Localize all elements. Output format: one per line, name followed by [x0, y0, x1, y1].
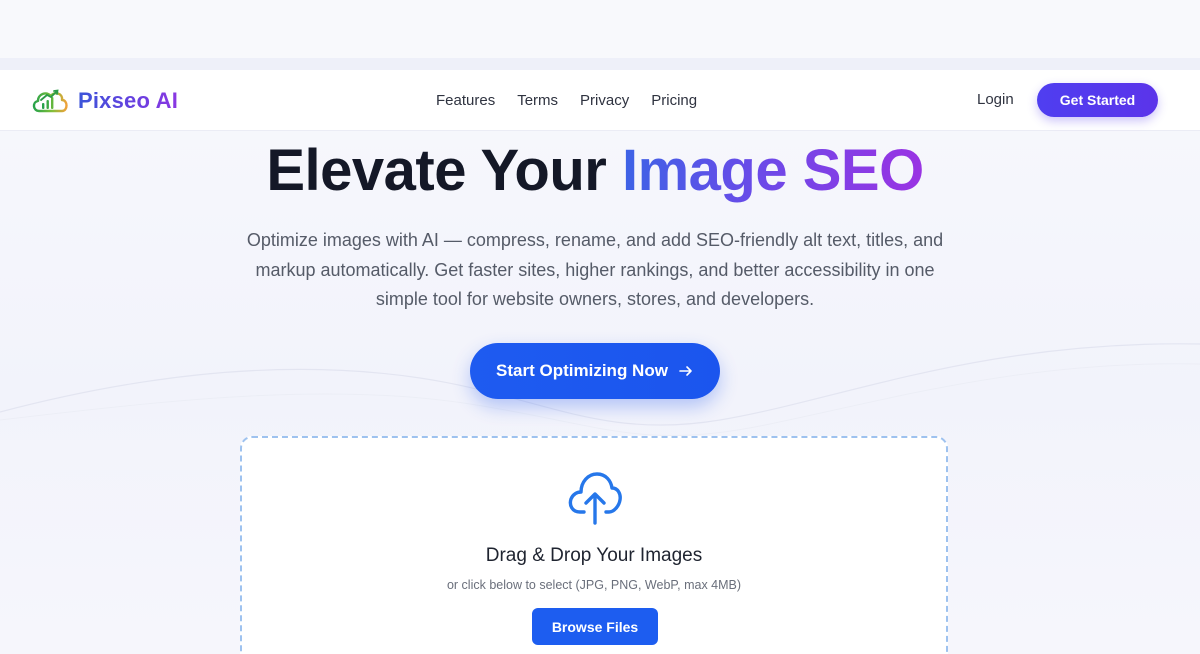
brand-logo[interactable]: Pixseo AI [30, 84, 178, 118]
start-optimizing-label: Start Optimizing Now [496, 361, 668, 380]
hero-title: Elevate Your Image SEO [0, 138, 1190, 204]
brand-name: Pixseo AI [78, 88, 179, 113]
dropzone-title: Drag & Drop Your Images [485, 545, 703, 566]
browser-top-area [0, 0, 1200, 58]
nav-link-privacy[interactable]: Privacy [580, 92, 629, 109]
dropzone-hint: or click below to select (JPG, PNG, WebP… [446, 578, 742, 592]
hero-subtitle: Optimize images with AI — compress, rena… [246, 230, 944, 309]
get-started-button[interactable]: Get Started [1037, 83, 1158, 117]
nav-link-terms[interactable]: Terms [517, 92, 558, 109]
hero-title-prefix: Elevate Your [266, 138, 622, 203]
nav-link-features[interactable]: Features [436, 92, 495, 109]
nav-links: Features Terms Privacy Pricing [436, 70, 697, 130]
cloud-upload-icon [568, 472, 622, 525]
hero-title-accent: Image SEO [621, 138, 924, 203]
top-navbar: Pixseo AI Features Terms Privacy Pricing… [0, 70, 1200, 130]
arrow-right-icon [679, 366, 692, 376]
header-spacer [0, 58, 1200, 70]
nav-link-pricing[interactable]: Pricing [651, 92, 697, 109]
landing-page: Pixseo AI Features Terms Privacy Pricing… [0, 0, 1200, 654]
start-optimizing-button[interactable]: Start Optimizing Now [470, 343, 720, 399]
image-dropzone[interactable]: Drag & Drop Your Images or click below t… [240, 436, 948, 654]
browse-files-button[interactable]: Browse Files [532, 608, 658, 645]
cloud-chart-logo-icon [32, 89, 68, 113]
login-link[interactable]: Login [977, 70, 1014, 130]
